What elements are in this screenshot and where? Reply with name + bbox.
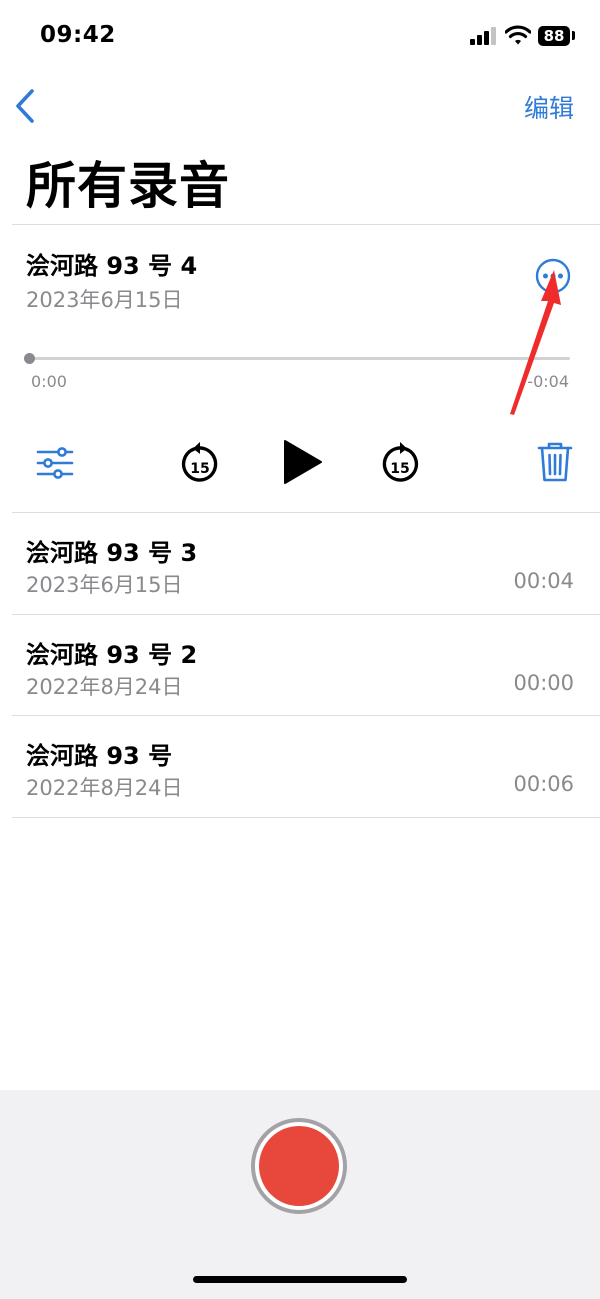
recording-title[interactable]: 浍河路 93 号 2 [26,635,197,670]
recording-date: 2022年8月24日 [26,675,183,699]
divider [12,817,600,818]
annotation-arrow-icon [510,270,561,415]
divider [12,224,600,225]
recording-date: 2023年6月15日 [26,573,183,597]
skip-forward-15-icon[interactable]: 15 [380,442,420,484]
status-time: 09:42 [40,22,116,48]
page-title: 所有录音 [26,157,230,215]
edit-button[interactable]: 编辑 [524,89,574,125]
trash-icon[interactable] [537,441,573,483]
playback-settings-sliders-icon[interactable] [36,446,74,480]
skip-back-seconds: 15 [190,461,209,477]
cellular-signal-icon [470,27,496,45]
home-indicator[interactable] [193,1276,407,1283]
play-icon[interactable] [281,438,323,486]
back-chevron-icon[interactable] [12,86,38,126]
recording-date: 2022年8月24日 [26,776,183,800]
divider [12,512,600,513]
elapsed-time: 0:00 [31,372,67,391]
recording-title[interactable]: 浍河路 93 号 [26,736,172,771]
wifi-icon [505,25,531,45]
recording-title[interactable]: 浍河路 93 号 4 [26,246,197,281]
battery-icon: 88 [538,26,570,46]
battery-cap [572,31,575,40]
divider [12,614,600,615]
skip-back-15-icon[interactable]: 15 [180,442,220,484]
recording-date: 2023年6月15日 [26,288,183,312]
skip-forward-seconds: 15 [390,461,409,477]
recording-title[interactable]: 浍河路 93 号 3 [26,533,197,568]
recording-duration: 00:04 [513,569,574,593]
playback-scrubber-track[interactable] [28,357,570,360]
recording-duration: 00:00 [513,671,574,695]
divider [12,715,600,716]
record-button[interactable] [250,1117,348,1215]
recording-duration: 00:06 [513,772,574,796]
playback-scrubber-thumb[interactable] [24,353,35,364]
